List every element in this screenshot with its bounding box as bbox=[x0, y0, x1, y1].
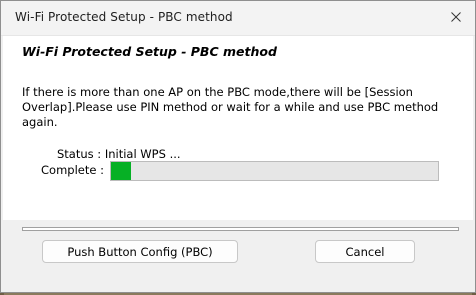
wps-dialog: Wi-Fi Protected Setup - PBC method Wi-Fi… bbox=[0, 0, 476, 293]
window-title: Wi-Fi Protected Setup - PBC method bbox=[15, 10, 233, 24]
title-bar[interactable]: Wi-Fi Protected Setup - PBC method bbox=[1, 1, 475, 36]
dialog-content: Wi-Fi Protected Setup - PBC method If th… bbox=[3, 36, 473, 220]
complete-label: Complete : bbox=[41, 163, 104, 177]
progress-bar bbox=[110, 161, 439, 181]
info-message-line-2: Overlap].Please use PIN method or wait f… bbox=[22, 100, 439, 129]
close-button[interactable] bbox=[441, 4, 471, 30]
close-icon bbox=[451, 12, 461, 22]
separator bbox=[22, 227, 459, 231]
cancel-button[interactable]: Cancel bbox=[315, 240, 415, 263]
dialog-heading: Wi-Fi Protected Setup - PBC method bbox=[22, 44, 277, 59]
progress-bar-fill bbox=[111, 162, 131, 180]
push-button-config-button[interactable]: Push Button Config (PBC) bbox=[42, 240, 238, 263]
status-text: Status : Initial WPS ... bbox=[57, 147, 181, 161]
info-message: If there is more than one AP on the PBC … bbox=[22, 85, 467, 130]
info-message-line-1: If there is more than one AP on the PBC … bbox=[22, 85, 413, 99]
